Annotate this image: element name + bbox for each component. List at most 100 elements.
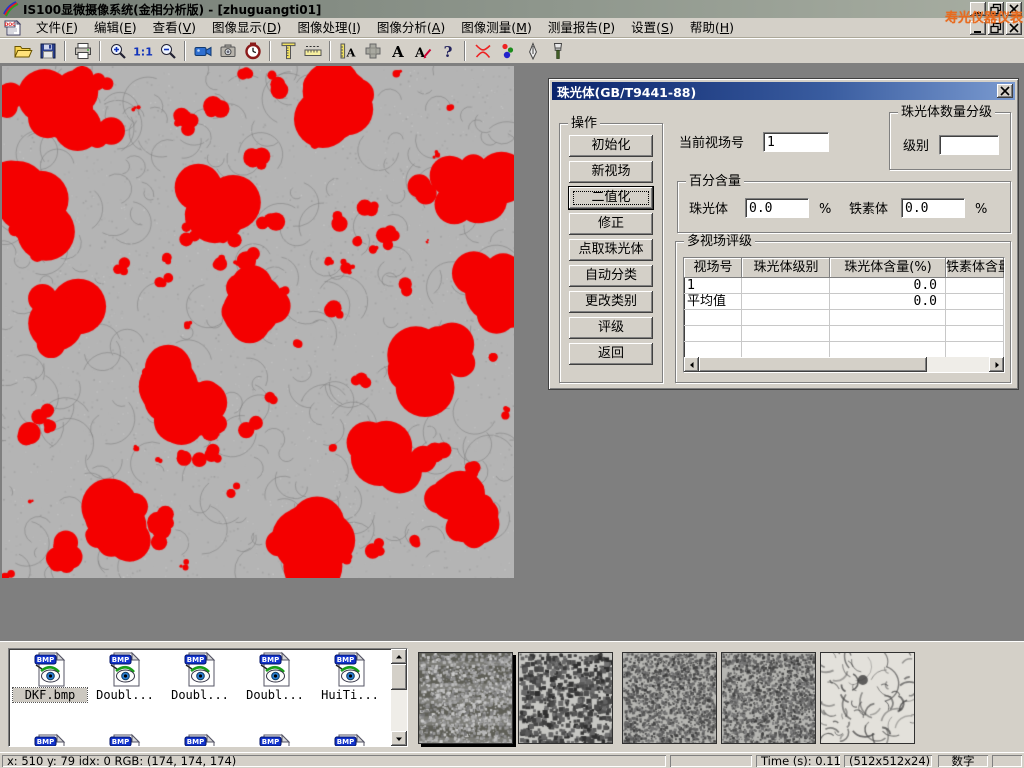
column-header-4[interactable]: 铁素体含量(%) bbox=[946, 258, 1004, 278]
toolbar-separator bbox=[329, 41, 331, 61]
app-icon bbox=[3, 1, 19, 17]
mdi-minimize-button[interactable] bbox=[970, 21, 986, 35]
dialog-close-button[interactable] bbox=[997, 84, 1013, 98]
grade-label: 级别 bbox=[903, 139, 929, 155]
table-row[interactable] bbox=[684, 326, 1004, 342]
timer-clock-button[interactable] bbox=[240, 39, 265, 63]
menu-edit[interactable]: 编辑(E) bbox=[86, 18, 145, 37]
file-list-scrollbar[interactable] bbox=[391, 649, 407, 746]
table-row[interactable]: 平均值0.0 bbox=[684, 294, 1004, 310]
scroll-down-arrow[interactable] bbox=[391, 731, 407, 746]
status-bar: x: 510 y: 79 idx: 0 RGB: (174, 174, 174)… bbox=[0, 752, 1024, 768]
column-header-1[interactable]: 视场号 bbox=[684, 258, 742, 278]
status-empty-1 bbox=[670, 755, 752, 767]
zoom-in-button[interactable] bbox=[105, 39, 130, 63]
file-item-3[interactable]: BMPDoubl... bbox=[163, 651, 237, 729]
column-header-3[interactable]: 珠光体含量(%) bbox=[830, 258, 946, 278]
dialog-title-bar[interactable]: 珠光体(GB/T9441-88) bbox=[552, 82, 1015, 100]
menu-view[interactable]: 查看(V) bbox=[145, 18, 204, 37]
table-row[interactable] bbox=[684, 342, 1004, 358]
table-horizontal-scrollbar[interactable] bbox=[684, 357, 1004, 372]
phase-color-balls-icon bbox=[498, 41, 518, 61]
table-row[interactable] bbox=[684, 310, 1004, 326]
title-bar: IS100显微摄像系统(金相分析版) - [zhuguangti01] bbox=[0, 0, 1024, 18]
pearlite-percent-input[interactable] bbox=[745, 198, 809, 218]
scroll-right-arrow[interactable] bbox=[989, 357, 1004, 372]
grid-cross-button[interactable] bbox=[360, 39, 385, 63]
phase-color-balls-button[interactable] bbox=[495, 39, 520, 63]
restore-button[interactable] bbox=[988, 2, 1004, 16]
measure-label-button[interactable]: A bbox=[335, 39, 360, 63]
table-cell bbox=[742, 310, 830, 326]
current-field-input[interactable] bbox=[763, 132, 829, 152]
menu-image-analysis[interactable]: 图像分析(A) bbox=[369, 18, 453, 37]
file-item-next-row[interactable]: BMP bbox=[313, 733, 387, 747]
op-button-1[interactable]: 初始化 bbox=[569, 135, 653, 157]
menu-bar: DOC 文件(F)编辑(E)查看(V)图像显示(D)图像处理(I)图像分析(A)… bbox=[0, 18, 1024, 38]
op-button-9[interactable]: 返回 bbox=[569, 343, 653, 365]
file-item-next-row[interactable]: BMP bbox=[163, 733, 237, 747]
scroll-thumb[interactable] bbox=[391, 664, 407, 690]
thumbnail-5[interactable] bbox=[820, 652, 915, 744]
document-icon[interactable]: DOC bbox=[4, 20, 22, 36]
thumbnail-1[interactable] bbox=[418, 652, 513, 744]
file-item-next-row[interactable]: BMP bbox=[13, 733, 87, 747]
video-camera-button[interactable] bbox=[190, 39, 215, 63]
micrograph-image[interactable] bbox=[2, 66, 514, 578]
menu-image-process[interactable]: 图像处理(I) bbox=[289, 18, 368, 37]
pen-tool-button[interactable] bbox=[520, 39, 545, 63]
op-button-7[interactable]: 更改类别 bbox=[569, 291, 653, 313]
text-edit-button[interactable]: A bbox=[410, 39, 435, 63]
status-position: x: 510 y: 79 idx: 0 RGB: (174, 174, 174) bbox=[2, 755, 666, 767]
op-button-3[interactable]: 二值化 bbox=[569, 187, 653, 209]
minimize-button[interactable] bbox=[970, 2, 986, 16]
text-annotation-button[interactable]: A bbox=[385, 39, 410, 63]
op-button-4[interactable]: 修正 bbox=[569, 213, 653, 235]
file-item-next-row[interactable]: BMP bbox=[238, 733, 312, 747]
op-button-8[interactable]: 评级 bbox=[569, 317, 653, 339]
op-button-6[interactable]: 自动分类 bbox=[569, 265, 653, 287]
caliper-vertical-button[interactable] bbox=[275, 39, 300, 63]
actual-size-button[interactable]: 1:1 bbox=[130, 39, 155, 63]
thumbnail-2[interactable] bbox=[518, 652, 613, 744]
op-button-5[interactable]: 点取珠光体 bbox=[569, 239, 653, 261]
scroll-left-arrow[interactable] bbox=[684, 357, 699, 372]
file-item-1[interactable]: BMPDKF.bmp bbox=[13, 651, 87, 729]
menu-image-display[interactable]: 图像显示(D) bbox=[204, 18, 289, 37]
file-item-next-row[interactable]: BMP bbox=[88, 733, 162, 747]
op-button-2[interactable]: 新视场 bbox=[569, 161, 653, 183]
scroll-thumb[interactable] bbox=[699, 357, 927, 372]
svg-text:BMP: BMP bbox=[262, 656, 279, 664]
menu-file[interactable]: 文件(F) bbox=[28, 18, 86, 37]
curve-erase-button[interactable] bbox=[470, 39, 495, 63]
file-item-5[interactable]: BMPHuiTi... bbox=[313, 651, 387, 729]
menu-settings[interactable]: 设置(S) bbox=[623, 18, 682, 37]
ferrite-percent-input[interactable] bbox=[901, 198, 965, 218]
menu-measure-report[interactable]: 测量报告(P) bbox=[540, 18, 623, 37]
table-row[interactable]: 10.0 bbox=[684, 278, 1004, 294]
print-button[interactable] bbox=[70, 39, 95, 63]
thumbnail-3[interactable] bbox=[622, 652, 717, 744]
zoom-out-button[interactable] bbox=[155, 39, 180, 63]
file-item-4[interactable]: BMPDoubl... bbox=[238, 651, 312, 729]
menu-help[interactable]: 帮助(H) bbox=[682, 18, 742, 37]
file-item-2[interactable]: BMPDoubl... bbox=[88, 651, 162, 729]
menu-image-measure[interactable]: 图像测量(M) bbox=[453, 18, 540, 37]
save-button[interactable] bbox=[35, 39, 60, 63]
grade-input[interactable] bbox=[939, 135, 999, 155]
grade-group-label: 珠光体数量分级 bbox=[898, 105, 995, 120]
svg-text:BMP: BMP bbox=[262, 738, 279, 746]
mdi-restore-button[interactable] bbox=[988, 21, 1004, 35]
capture-camera-button[interactable] bbox=[215, 39, 240, 63]
brush-tool-button[interactable] bbox=[545, 39, 570, 63]
table-cell bbox=[946, 310, 1004, 326]
bmp-file-icon: BMP bbox=[33, 651, 67, 687]
thumbnail-4[interactable] bbox=[721, 652, 816, 744]
scroll-up-arrow[interactable] bbox=[391, 649, 407, 664]
help-button[interactable]: ? bbox=[435, 39, 460, 63]
mdi-close-button[interactable] bbox=[1006, 21, 1022, 35]
close-button[interactable] bbox=[1006, 2, 1022, 16]
column-header-2[interactable]: 珠光体级别 bbox=[742, 258, 830, 278]
open-button[interactable] bbox=[10, 39, 35, 63]
ruler-horizontal-button[interactable] bbox=[300, 39, 325, 63]
